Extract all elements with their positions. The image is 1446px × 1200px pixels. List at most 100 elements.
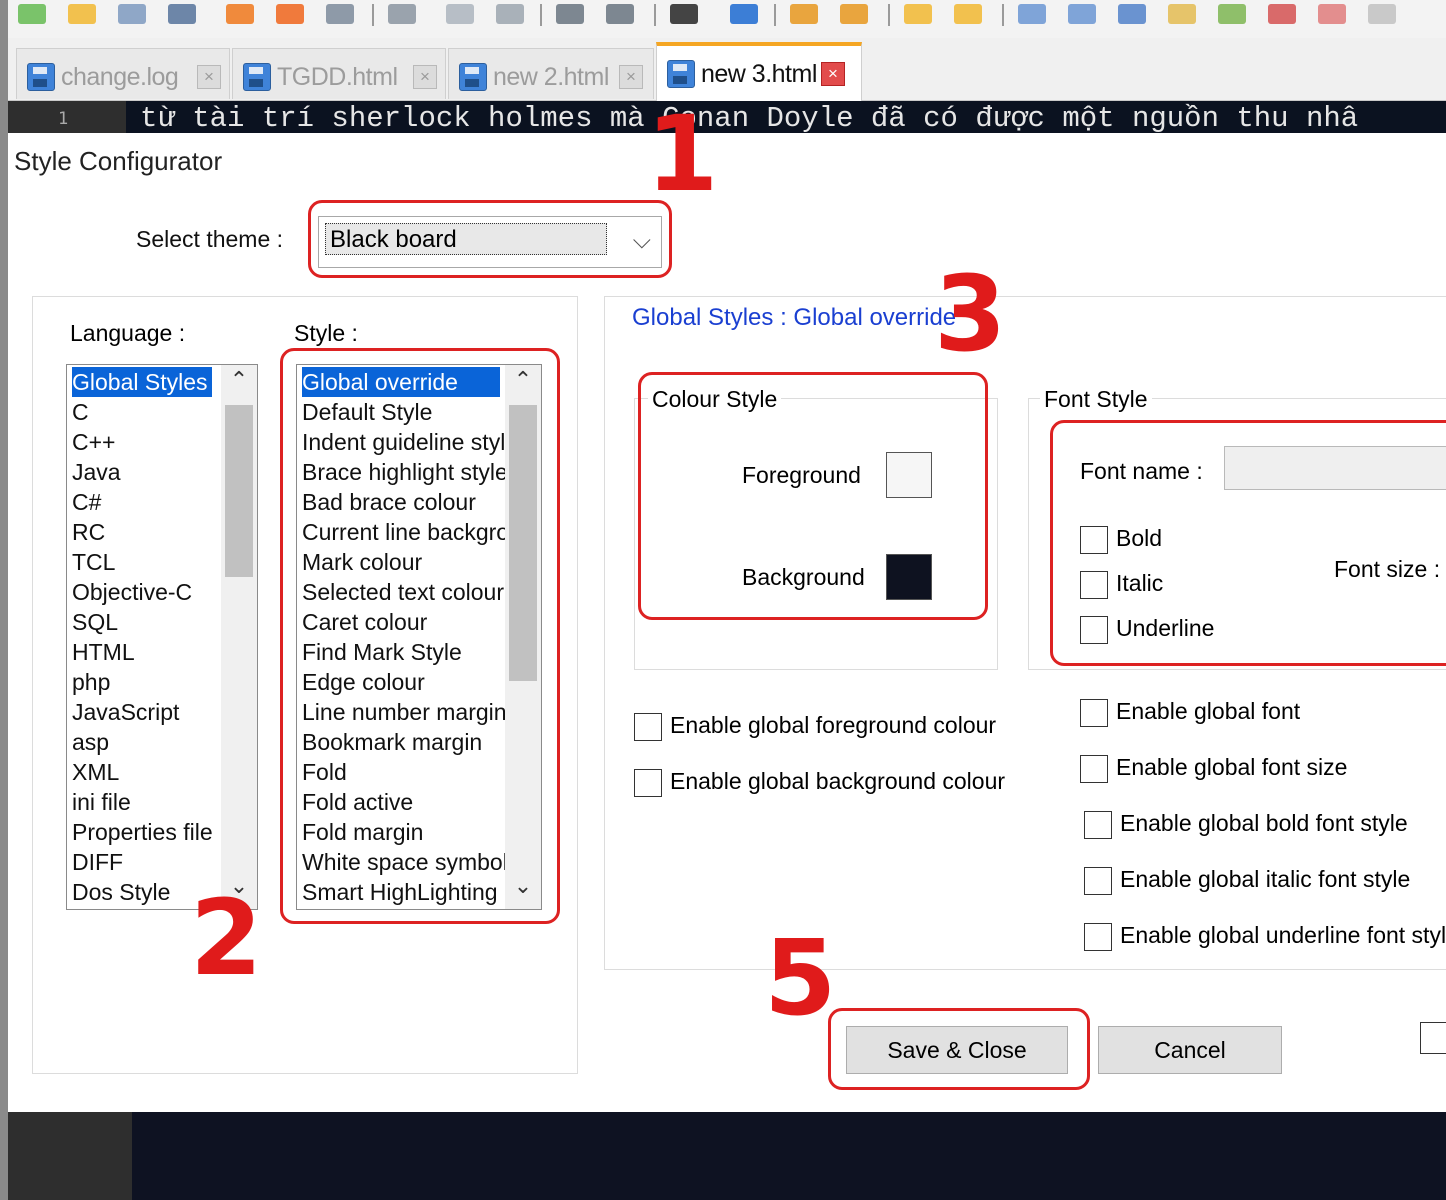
show-all-chars-icon[interactable] bbox=[1068, 4, 1096, 24]
run-macro-icon[interactable] bbox=[1368, 4, 1396, 24]
checkbox-box[interactable] bbox=[1084, 811, 1112, 839]
replace-icon[interactable] bbox=[730, 4, 758, 24]
editor-area[interactable] bbox=[8, 1112, 1446, 1200]
tab-label: TGDD.html bbox=[277, 63, 398, 91]
sync-vertical-icon[interactable] bbox=[904, 4, 932, 24]
doc-map-icon[interactable] bbox=[1168, 4, 1196, 24]
checkbox-box[interactable] bbox=[1084, 867, 1112, 895]
checkbox-box[interactable] bbox=[634, 713, 662, 741]
select-theme-label: Select theme : bbox=[136, 226, 284, 252]
checkbox-box[interactable] bbox=[634, 769, 662, 797]
indent-guide-icon[interactable] bbox=[1118, 4, 1146, 24]
toolbar-separator bbox=[540, 4, 542, 26]
checkbox-box[interactable] bbox=[1080, 699, 1108, 727]
close-tab-icon[interactable]: × bbox=[197, 65, 221, 89]
sync-horizontal-icon[interactable] bbox=[954, 4, 982, 24]
scroll-thumb[interactable] bbox=[225, 405, 253, 577]
close-tab-icon[interactable]: × bbox=[619, 65, 643, 89]
checkbox-label: Enable global underline font style bbox=[1120, 922, 1446, 948]
dialog-title: Style Configurator bbox=[14, 146, 223, 176]
find-icon[interactable] bbox=[670, 4, 698, 24]
save-icon[interactable] bbox=[118, 4, 146, 24]
undo-icon[interactable] bbox=[556, 4, 584, 24]
paste-icon[interactable] bbox=[496, 4, 524, 24]
open-folder-icon[interactable] bbox=[68, 4, 96, 24]
checkbox-box[interactable] bbox=[1084, 923, 1112, 951]
zoom-out-icon[interactable] bbox=[840, 4, 868, 24]
annotation-number-3: 3 bbox=[934, 253, 1007, 375]
list-item[interactable]: DIFF bbox=[72, 847, 123, 877]
list-item[interactable]: Objective-C bbox=[72, 577, 192, 607]
annotation-number-1: 1 bbox=[646, 93, 719, 215]
font-style-title: Font Style bbox=[1040, 386, 1152, 413]
close-tab-icon[interactable]: × bbox=[821, 62, 845, 86]
tab-label: change.log bbox=[61, 63, 179, 91]
file-saved-icon bbox=[667, 60, 695, 88]
style-heading: Global Styles : Global override bbox=[632, 304, 957, 331]
new-file-icon[interactable] bbox=[18, 4, 46, 24]
save-all-icon[interactable] bbox=[168, 4, 196, 24]
function-list-icon[interactable] bbox=[1218, 4, 1246, 24]
transparency-checkbox[interactable] bbox=[1420, 1022, 1446, 1054]
annotation-number-5: 5 bbox=[764, 917, 837, 1039]
list-item[interactable]: C# bbox=[72, 487, 101, 517]
list-item[interactable]: C bbox=[72, 397, 89, 427]
list-item[interactable]: Java bbox=[72, 457, 121, 487]
list-item[interactable]: HTML bbox=[72, 637, 135, 667]
tab-label: new 3.html bbox=[701, 60, 817, 88]
file-saved-icon bbox=[459, 63, 487, 91]
redo-icon[interactable] bbox=[606, 4, 634, 24]
checkbox-label: Enable global background colour bbox=[670, 768, 1006, 794]
folder-workspace-icon[interactable] bbox=[1268, 4, 1296, 24]
annotation-box-style-list bbox=[280, 348, 560, 924]
tab-change-log[interactable]: change.log × bbox=[16, 48, 230, 99]
tab-tgdd-html[interactable]: TGDD.html × bbox=[232, 48, 446, 99]
list-item[interactable]: ini file bbox=[72, 787, 131, 817]
annotation-box-colour-style bbox=[638, 372, 988, 620]
toolbar-separator bbox=[654, 4, 656, 26]
copy-icon[interactable] bbox=[446, 4, 474, 24]
tab-label: new 2.html bbox=[493, 63, 609, 91]
cancel-button[interactable]: Cancel bbox=[1098, 1026, 1282, 1074]
list-item[interactable]: Properties file bbox=[72, 817, 213, 847]
checkbox-label: Enable global foreground colour bbox=[670, 712, 997, 738]
word-wrap-icon[interactable] bbox=[1018, 4, 1046, 24]
zoom-in-icon[interactable] bbox=[790, 4, 818, 24]
list-item[interactable]: php bbox=[72, 667, 110, 697]
toolbar-separator bbox=[888, 4, 890, 26]
cut-icon[interactable] bbox=[388, 4, 416, 24]
list-item[interactable]: C++ bbox=[72, 427, 115, 457]
annotation-box-save bbox=[828, 1008, 1090, 1090]
line-number-gutter: 1 bbox=[8, 101, 126, 133]
close-icon[interactable] bbox=[226, 4, 254, 24]
checkbox-label: Enable global font bbox=[1116, 698, 1301, 724]
list-item[interactable]: XML bbox=[72, 757, 119, 787]
record-macro-icon[interactable] bbox=[1318, 4, 1346, 24]
line-number-gutter bbox=[8, 1112, 132, 1200]
toolbar-separator bbox=[1002, 4, 1004, 26]
checkbox-box[interactable] bbox=[1080, 755, 1108, 783]
language-label: Language : bbox=[70, 320, 186, 346]
toolbar-separator bbox=[774, 4, 776, 26]
list-item[interactable]: RC bbox=[72, 517, 105, 547]
window-border bbox=[0, 0, 8, 1200]
annotation-number-2: 2 bbox=[190, 877, 263, 999]
scroll-up-icon[interactable]: ⌃ bbox=[221, 367, 257, 393]
editor-line[interactable]: 1 từ tài trí sherlock holmes mà Conan Do… bbox=[8, 101, 1446, 133]
list-item[interactable]: JavaScript bbox=[72, 697, 179, 727]
line-number: 1 bbox=[58, 109, 69, 129]
language-item-global-styles[interactable]: Global Styles bbox=[72, 367, 212, 397]
print-icon[interactable] bbox=[326, 4, 354, 24]
language-list-scrollbar[interactable]: ⌃ ⌄ bbox=[221, 365, 257, 909]
close-tab-icon[interactable]: × bbox=[413, 65, 437, 89]
language-list[interactable]: Global Styles C C++ Java C# RC TCL Objec… bbox=[66, 364, 258, 910]
list-item[interactable]: SQL bbox=[72, 607, 118, 637]
style-label: Style : bbox=[294, 320, 358, 346]
tab-new-2-html[interactable]: new 2.html × bbox=[448, 48, 654, 99]
close-all-icon[interactable] bbox=[276, 4, 304, 24]
list-item[interactable]: asp bbox=[72, 727, 109, 757]
file-saved-icon bbox=[27, 63, 55, 91]
editor-text[interactable]: từ tài trí sherlock holmes mà Conan Doyl… bbox=[140, 102, 1358, 133]
list-item[interactable]: Dos Style bbox=[72, 877, 170, 907]
list-item[interactable]: TCL bbox=[72, 547, 115, 577]
